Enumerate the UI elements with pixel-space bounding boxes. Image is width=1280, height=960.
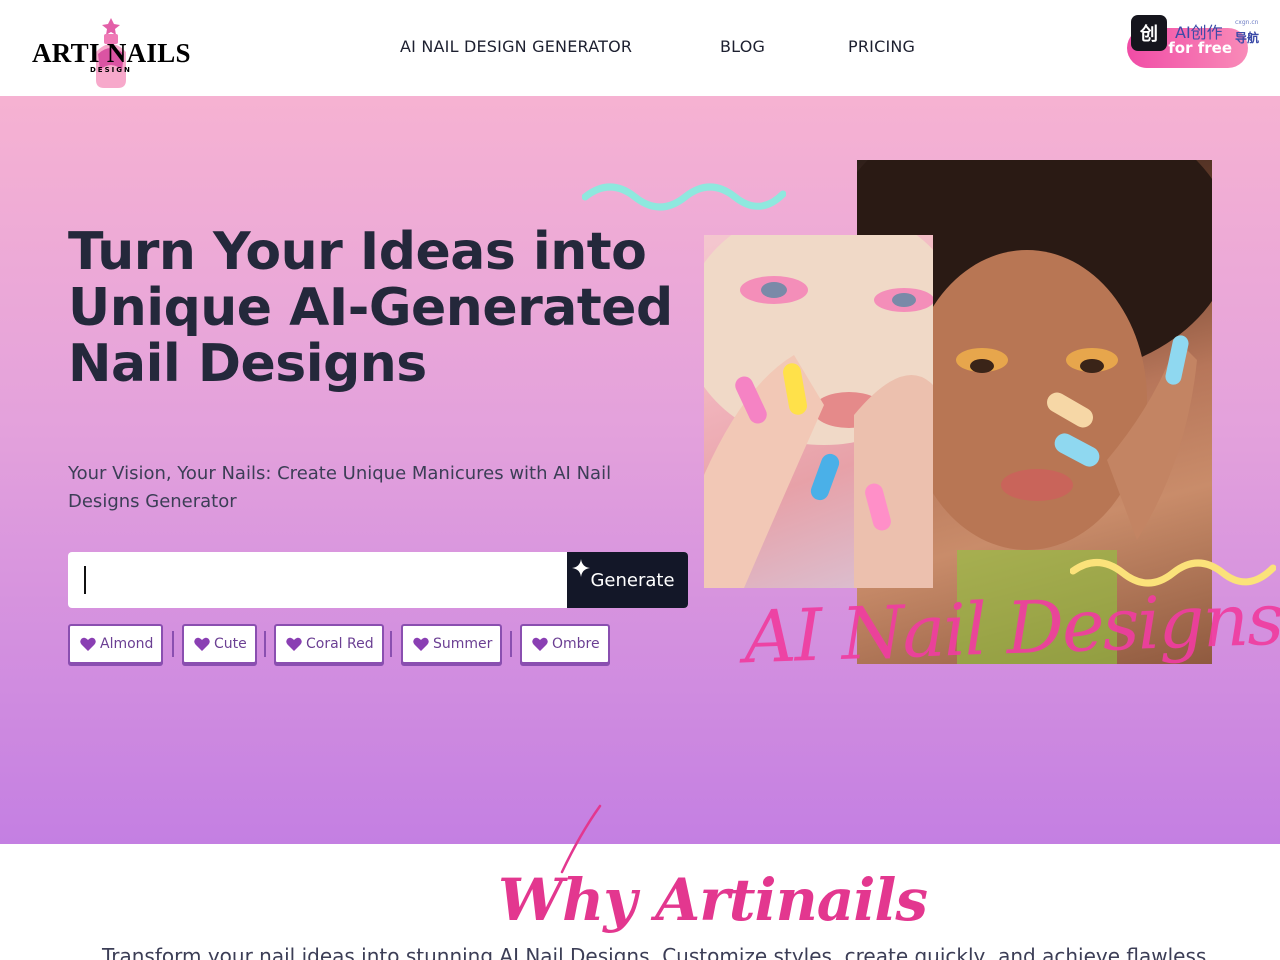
heart-icon xyxy=(532,637,548,651)
why-section: Why Artinails Transform your nail ideas … xyxy=(0,804,1280,960)
tag-label: Cute xyxy=(214,636,247,652)
site-header: ARTI NAILS DESIGN AI NAIL DESIGN GENERAT… xyxy=(0,0,1280,96)
tag-separator xyxy=(390,631,392,657)
generate-label: Generate xyxy=(590,569,675,591)
teal-wave-decoration xyxy=(582,183,786,211)
heart-icon xyxy=(413,637,429,651)
heart-icon xyxy=(194,637,210,651)
tag-almond[interactable]: Almond xyxy=(68,624,164,664)
tag-summer[interactable]: Summer xyxy=(401,624,503,664)
hero-subtitle: Your Vision, Your Nails: Create Unique M… xyxy=(68,463,612,512)
prompt-input[interactable] xyxy=(68,552,567,608)
sparkle-icon xyxy=(572,559,590,577)
tag-ombre[interactable]: Ombre xyxy=(520,624,610,664)
text-caret xyxy=(84,566,86,594)
generate-button[interactable]: Generate xyxy=(567,552,688,608)
hero-title: Turn Your Ideas into Unique AI-Generated… xyxy=(68,222,673,394)
tag-separator xyxy=(510,631,512,657)
tag-label: Summer xyxy=(433,636,493,652)
heart-icon xyxy=(80,637,96,651)
hero-section: Turn Your Ideas into Unique AI-Generated… xyxy=(0,96,1280,844)
nav-ai-nail-design-generator[interactable]: AI NAIL DESIGN GENERATOR xyxy=(400,37,632,56)
tag-label: Ombre xyxy=(552,636,600,652)
heart-icon xyxy=(286,637,302,651)
logo-subtext: DESIGN xyxy=(90,66,132,74)
script-flourish-decoration xyxy=(560,804,602,874)
badge-domain: cxgn.cn xyxy=(1235,19,1259,26)
why-title: Why Artinails xyxy=(498,866,928,934)
tag-coral-red[interactable]: Coral Red xyxy=(274,624,384,664)
logo-text: ARTI NAILS xyxy=(32,38,191,68)
tag-label: Coral Red xyxy=(306,636,374,652)
nav-blog[interactable]: BLOG xyxy=(720,37,765,56)
tag-label: Almond xyxy=(100,636,154,652)
badge-text: AI创作 xyxy=(1175,23,1223,42)
badge-logo-icon: 创 xyxy=(1131,15,1167,51)
model-photo-pink-makeup xyxy=(704,235,933,588)
model-photo-illustration xyxy=(704,235,933,588)
tag-cute[interactable]: Cute xyxy=(182,624,257,664)
badge-subtext: 导航 xyxy=(1235,31,1260,45)
logo[interactable]: ARTI NAILS DESIGN xyxy=(30,8,200,90)
why-description: Transform your nail ideas into stunning … xyxy=(102,944,1207,960)
tag-separator xyxy=(264,631,266,657)
prompt-bar: Generate xyxy=(68,552,688,608)
nav-pricing[interactable]: PRICING xyxy=(848,37,915,56)
tag-separator xyxy=(172,631,174,657)
ai-directory-badge[interactable]: 创 AI创作 cxgn.cn 导航 xyxy=(1131,15,1259,51)
